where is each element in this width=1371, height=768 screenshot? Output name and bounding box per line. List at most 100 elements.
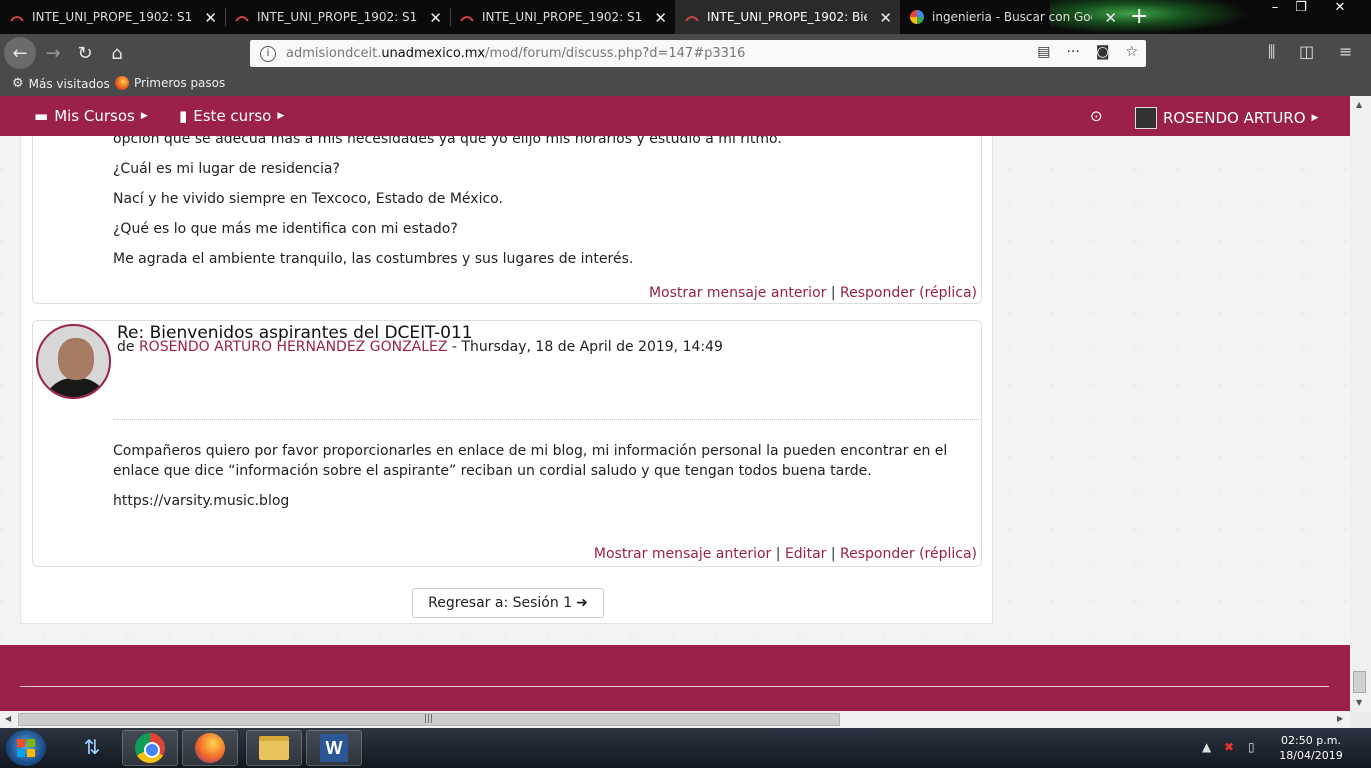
mis-cursos-label: Mis Cursos xyxy=(54,107,135,125)
scroll-down-icon[interactable]: ▼ xyxy=(1356,698,1362,707)
forward-arrow-icon[interactable]: → xyxy=(38,39,68,67)
battery-icon[interactable]: ▯ xyxy=(1248,740,1255,754)
explorer-app[interactable] xyxy=(246,730,302,766)
post-byline: de ROSENDO ARTURO HERNANDEZ GONZALEZ - T… xyxy=(117,339,723,355)
windows-logo-icon xyxy=(17,739,35,757)
reply-link[interactable]: Responder (réplica) xyxy=(840,285,977,301)
browser-tab[interactable]: INTE_UNI_PROPE_1902: S1. Act ✕ xyxy=(0,0,225,34)
show-parent-link[interactable]: Mostrar mensaje anterior xyxy=(594,546,771,562)
back-to-session-button[interactable]: Regresar a: Sesión 1 ➜ xyxy=(412,588,604,618)
este-curso-menu[interactable]: ▮ Este curso ▶ xyxy=(179,107,284,125)
horizontal-scroll-thumb[interactable]: ||| xyxy=(18,713,840,726)
horizontal-scrollbar[interactable]: ◀ ||| ▶ xyxy=(0,711,1350,728)
close-window-icon[interactable]: ✕ xyxy=(1326,0,1354,18)
back-arrow-icon[interactable]: ← xyxy=(4,37,36,69)
scroll-left-icon[interactable]: ◀ xyxy=(5,714,11,723)
firefox-app[interactable] xyxy=(182,730,238,766)
site-info-icon[interactable]: i xyxy=(260,45,276,62)
post-body-line: enlace que dice “información sobre el as… xyxy=(113,463,872,479)
tab-title: INTE_UNI_PROPE_1902: S1. Act xyxy=(32,10,192,24)
browser-tab-bar: INTE_UNI_PROPE_1902: S1. Act ✕ INTE_UNI_… xyxy=(0,0,1371,34)
pocket-icon[interactable]: ◙ xyxy=(1096,44,1110,60)
sidebar-icon[interactable]: ◫ xyxy=(1299,42,1314,61)
vertical-scroll-thumb[interactable] xyxy=(1353,671,1366,693)
post-divider xyxy=(113,419,981,420)
moodle-tab-icon xyxy=(685,12,699,22)
network-app[interactable]: ⇅ xyxy=(64,730,120,766)
chrome-icon xyxy=(135,733,165,763)
close-tab-icon[interactable]: ✕ xyxy=(429,9,442,27)
sign-in-icon: ➜ xyxy=(576,595,588,611)
tab-title: INTE_UNI_PROPE_1902: S1. Act xyxy=(257,10,417,24)
close-tab-icon[interactable]: ✕ xyxy=(1104,9,1117,27)
word-app[interactable]: W xyxy=(306,730,362,766)
bookmark-primeros-pasos[interactable]: Primeros pasos xyxy=(115,76,225,90)
show-hidden-icons[interactable]: ▲ xyxy=(1202,740,1211,754)
tab-title: ingenieria - Buscar con Google xyxy=(932,10,1092,24)
network-warning-icon[interactable]: ✖ xyxy=(1224,740,1234,754)
more-actions-icon[interactable]: ··· xyxy=(1066,44,1079,60)
edit-link[interactable]: Editar xyxy=(785,546,826,562)
chrome-app[interactable] xyxy=(122,730,178,766)
moodle-tab-icon xyxy=(10,12,24,22)
minimize-icon[interactable]: – xyxy=(1262,0,1288,18)
browser-tab[interactable]: ingenieria - Buscar con Google ✕ xyxy=(900,0,1125,34)
menu-icon[interactable]: ≡ xyxy=(1339,42,1352,61)
address-bar[interactable]: i admisiondceit.unadmexico.mx/mod/forum/… xyxy=(250,40,1146,67)
user-menu[interactable]: ROSENDO ARTURO ▶ xyxy=(1135,107,1318,129)
tab-title: INTE_UNI_PROPE_1902: S1. Act xyxy=(482,10,642,24)
user-avatar xyxy=(1135,107,1157,129)
post-body-line: ¿Cuál es mi lugar de residencia? xyxy=(113,161,340,177)
show-parent-link[interactable]: Mostrar mensaje anterior xyxy=(649,285,826,301)
forum-post: opción que se adecua más a mis necesidad… xyxy=(32,126,982,304)
post-commands: Mostrar mensaje anterior | Responder (ré… xyxy=(649,285,977,301)
windows-taskbar: ⇅ W ▲ ✖ ▯ 02:50 p.m. 18/04/2019 xyxy=(0,728,1371,768)
user-name: ROSENDO ARTURO xyxy=(1163,109,1306,127)
reload-icon[interactable]: ↻ xyxy=(70,39,100,67)
start-button[interactable] xyxy=(6,730,46,766)
caret-right-icon: ▶ xyxy=(1311,113,1319,123)
caret-right-icon: ▶ xyxy=(140,111,148,121)
browser-tab[interactable]: INTE_UNI_PROPE_1902: S1. Act ✕ xyxy=(225,0,450,34)
browser-tab-active[interactable]: INTE_UNI_PROPE_1902: Bienve ✕ xyxy=(675,0,900,34)
url-text[interactable]: admisiondceit.unadmexico.mx/mod/forum/di… xyxy=(286,46,745,61)
network-icon: ⇅ xyxy=(83,735,101,759)
separator: | xyxy=(775,546,781,562)
avatar[interactable] xyxy=(36,324,111,399)
plus-icon[interactable]: + xyxy=(1130,4,1148,29)
notifications-icon[interactable]: ⊙ xyxy=(1090,107,1103,125)
gear-icon: ⚙ xyxy=(12,76,24,91)
word-icon: W xyxy=(320,734,348,762)
reader-view-icon[interactable]: ▤ xyxy=(1037,44,1050,60)
bookmark-label: Más visitados xyxy=(28,76,110,91)
scroll-up-icon[interactable]: ▲ xyxy=(1356,100,1362,109)
system-clock[interactable]: 02:50 p.m. 18/04/2019 xyxy=(1276,733,1346,763)
google-tab-icon xyxy=(910,10,924,24)
library-icon[interactable]: ⫼ xyxy=(1268,42,1275,62)
grip-icon: ||| xyxy=(424,714,434,724)
bookmark-mas-visitados[interactable]: ⚙ Más visitados xyxy=(12,76,110,91)
caret-right-icon: ▶ xyxy=(277,111,285,121)
restore-icon[interactable]: ❐ xyxy=(1288,0,1314,18)
vertical-scrollbar[interactable]: ▲ ▼ xyxy=(1350,96,1371,711)
blog-url-text: https://varsity.music.blog xyxy=(113,493,290,509)
explorer-icon xyxy=(259,736,289,760)
bookmark-star-icon[interactable]: ☆ xyxy=(1125,44,1138,60)
reply-link[interactable]: Responder (réplica) xyxy=(840,546,977,562)
home-icon[interactable]: ⌂ xyxy=(102,39,132,67)
close-tab-icon[interactable]: ✕ xyxy=(654,9,667,27)
firefox-icon xyxy=(195,733,225,763)
footer-divider xyxy=(20,686,1329,687)
forum-content-panel: opción que se adecua más a mis necesidad… xyxy=(20,126,993,624)
close-tab-icon[interactable]: ✕ xyxy=(879,9,892,27)
scroll-right-icon[interactable]: ▶ xyxy=(1337,714,1343,723)
browser-tab[interactable]: INTE_UNI_PROPE_1902: S1. Act ✕ xyxy=(450,0,675,34)
moodle-tab-icon xyxy=(235,12,249,22)
mis-cursos-menu[interactable]: ▬ Mis Cursos ▶ xyxy=(34,107,148,125)
post-date: - Thursday, 18 de April de 2019, 14:49 xyxy=(447,339,723,355)
author-link[interactable]: ROSENDO ARTURO HERNANDEZ GONZALEZ xyxy=(139,339,448,355)
avatar-face xyxy=(58,338,94,380)
close-tab-icon[interactable]: ✕ xyxy=(204,9,217,27)
post-commands: Mostrar mensaje anterior | Editar | Resp… xyxy=(594,546,977,562)
site-navbar: ▬ Mis Cursos ▶ ▮ Este curso ▶ ⊙ ROSENDO … xyxy=(0,96,1350,136)
